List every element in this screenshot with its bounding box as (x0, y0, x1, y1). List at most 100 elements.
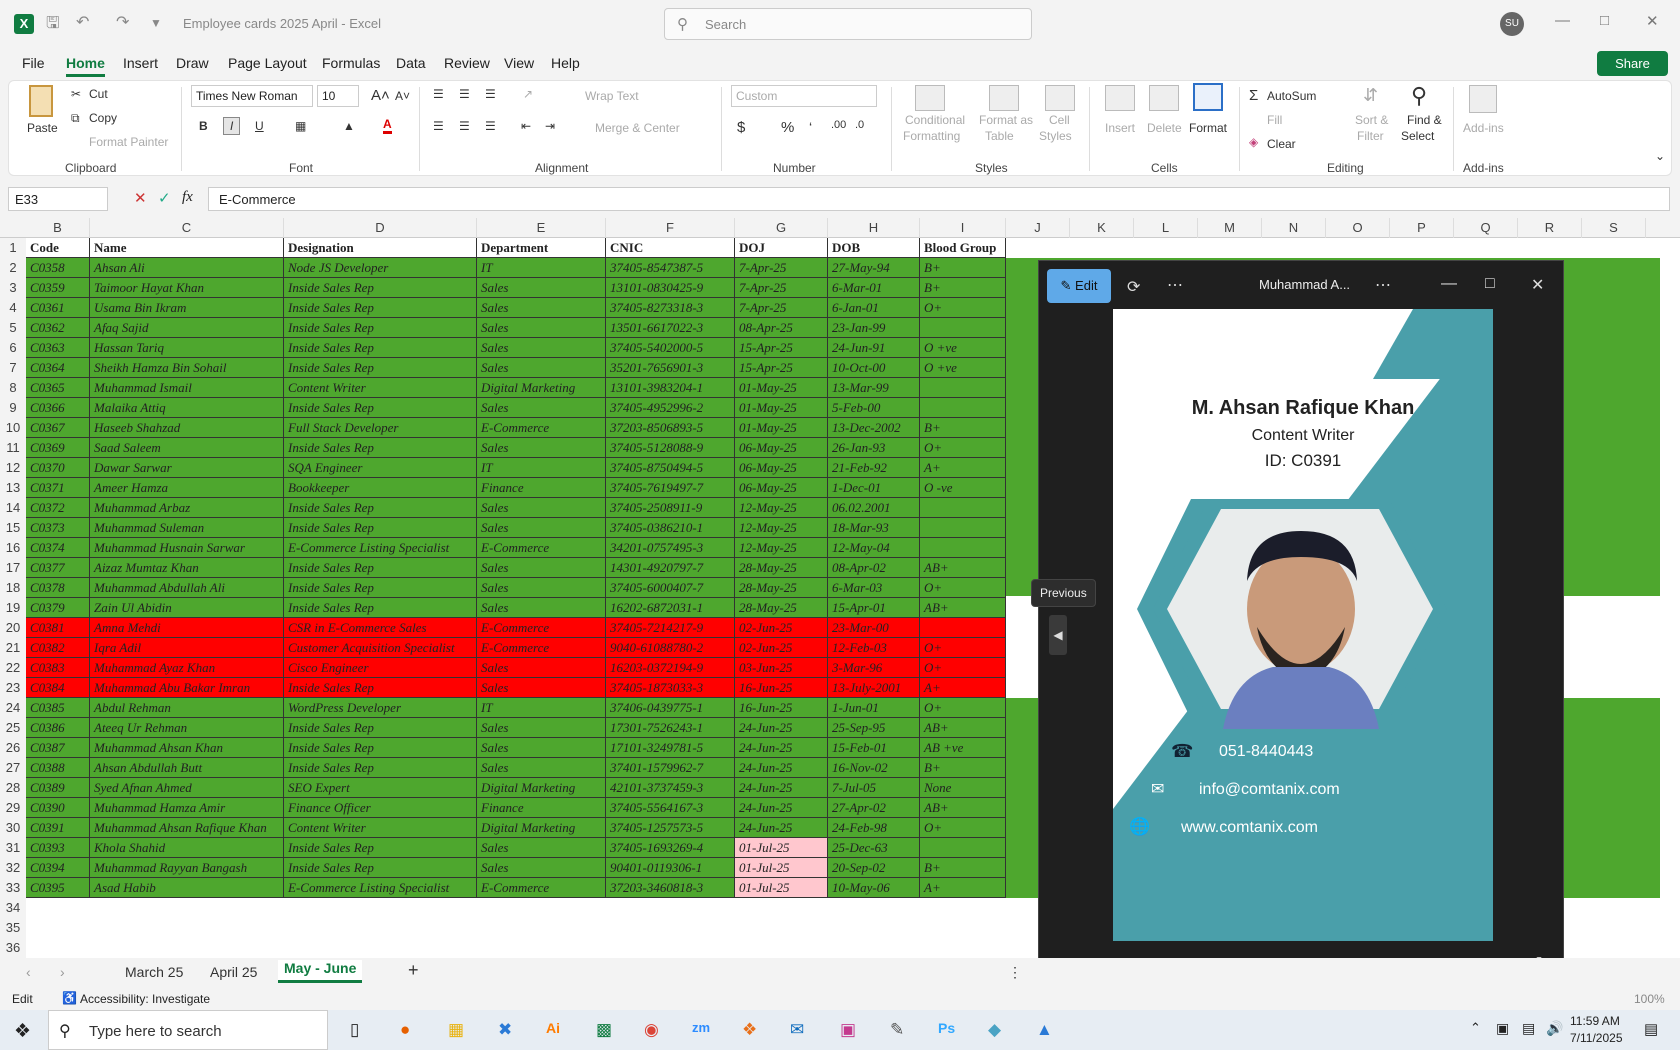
table-cell[interactable]: 15-Feb-01 (828, 738, 920, 758)
table-cell[interactable]: B+ (920, 278, 1006, 298)
table-cell[interactable]: O+ (920, 298, 1006, 318)
table-cell[interactable]: O -ve (920, 478, 1006, 498)
merge-center-button[interactable]: Merge & Center (595, 121, 680, 135)
row-number[interactable]: 5 (0, 318, 26, 338)
table-cell[interactable] (920, 498, 1006, 518)
table-cell[interactable]: Ahsan Ali (90, 258, 284, 278)
excel-taskbar-icon[interactable]: ▩ (596, 1020, 612, 1040)
decrease-decimal-icon[interactable]: .0 (855, 119, 864, 131)
table-cell[interactable]: Inside Sales Rep (284, 338, 477, 358)
sheet-tab-active[interactable]: May - June (278, 960, 363, 983)
table-cell[interactable]: 13101-0830425-9 (606, 278, 735, 298)
table-cell[interactable]: Ateeq Ur Rehman (90, 718, 284, 738)
outlook-icon[interactable]: ✉ (790, 1020, 804, 1040)
table-cell[interactable]: C0388 (26, 758, 90, 778)
table-cell[interactable]: Sales (477, 338, 606, 358)
pen-tool-icon[interactable]: ✎ (890, 1020, 904, 1040)
table-cell[interactable]: Inside Sales Rep (284, 498, 477, 518)
table-cell[interactable]: C0359 (26, 278, 90, 298)
table-cell[interactable]: Amna Mehdi (90, 618, 284, 638)
table-cell[interactable]: 24-Jun-25 (735, 718, 828, 738)
conditional-formatting-label2[interactable]: Formatting (903, 129, 960, 143)
copy-button[interactable]: Copy (89, 111, 117, 125)
table-cell[interactable]: C0367 (26, 418, 90, 438)
table-cell[interactable]: 13-Mar-99 (828, 378, 920, 398)
photos-viewer-window[interactable]: ✎ Edit ⟳ ⋯ Muhammad A... ⋯ — □ ✕ M. Ahsa… (1031, 260, 1564, 990)
table-cell[interactable]: C0390 (26, 798, 90, 818)
redo-icon[interactable]: ↷ (116, 12, 129, 32)
table-cell[interactable]: C0387 (26, 738, 90, 758)
table-cell[interactable]: 15-Apr-01 (828, 598, 920, 618)
orientation-icon[interactable]: ↗ (523, 87, 533, 101)
find-select-icon[interactable]: ⚲ (1411, 83, 1427, 109)
table-cell[interactable]: 06-May-25 (735, 478, 828, 498)
table-cell[interactable]: Sales (477, 518, 606, 538)
find-select-label1[interactable]: Find & (1407, 113, 1442, 127)
row-number[interactable]: 8 (0, 378, 26, 398)
table-cell[interactable]: Sales (477, 598, 606, 618)
app-icon[interactable]: ◆ (988, 1020, 1001, 1040)
table-cell[interactable]: 24-Jun-25 (735, 818, 828, 838)
table-cell[interactable]: O+ (920, 438, 1006, 458)
fill-color-icon[interactable]: ▲ (343, 119, 355, 133)
table-cell[interactable]: Sales (477, 358, 606, 378)
comma-icon[interactable]: ‘ (809, 119, 812, 135)
table-cell[interactable]: 01-Jul-25 (735, 878, 828, 898)
table-cell[interactable] (920, 838, 1006, 858)
table-cell[interactable]: C0358 (26, 258, 90, 278)
column-header[interactable]: R (1518, 218, 1582, 238)
illustrator-icon[interactable]: Ai (546, 1020, 560, 1036)
table-cell[interactable]: B+ (920, 418, 1006, 438)
menu-data[interactable]: Data (396, 55, 426, 71)
firefox-icon[interactable]: ● (400, 1020, 410, 1040)
table-cell[interactable]: 01-Jul-25 (735, 838, 828, 858)
table-cell[interactable]: Sales (477, 578, 606, 598)
sort-filter-label1[interactable]: Sort & (1355, 113, 1388, 127)
table-cell[interactable]: None (920, 778, 1006, 798)
table-cell[interactable]: 13-Dec-2002 (828, 418, 920, 438)
table-cell[interactable]: 7-Jul-05 (828, 778, 920, 798)
font-color-icon[interactable]: A (383, 117, 392, 134)
borders-icon[interactable]: ▦ (295, 119, 306, 133)
menu-view[interactable]: View (504, 55, 534, 71)
row-number[interactable]: 7 (0, 358, 26, 378)
table-cell[interactable] (920, 518, 1006, 538)
table-cell[interactable]: AB+ (920, 718, 1006, 738)
table-cell[interactable]: Content Writer (284, 378, 477, 398)
photoshop-icon[interactable]: Ps (938, 1020, 955, 1036)
table-cell[interactable]: IT (477, 698, 606, 718)
row-number[interactable]: 35 (0, 918, 26, 938)
table-cell[interactable]: 01-Jul-25 (735, 858, 828, 878)
table-cell[interactable]: O+ (920, 638, 1006, 658)
cancel-icon[interactable]: ✕ (134, 189, 147, 207)
table-cell[interactable]: E-Commerce (477, 638, 606, 658)
table-cell[interactable]: Malaika Attiq (90, 398, 284, 418)
row-number[interactable]: 22 (0, 658, 26, 678)
align-middle-icon[interactable]: ☰ (459, 87, 470, 101)
row-number[interactable]: 16 (0, 538, 26, 558)
sort-filter-label2[interactable]: Filter (1357, 129, 1384, 143)
table-cell[interactable]: 24-Jun-25 (735, 798, 828, 818)
row-number[interactable]: 28 (0, 778, 26, 798)
table-cell[interactable]: 37405-8750494-5 (606, 458, 735, 478)
table-cell[interactable]: 24-Jun-25 (735, 738, 828, 758)
table-cell[interactable]: 37405-0386210-1 (606, 518, 735, 538)
table-cell[interactable]: C0366 (26, 398, 90, 418)
table-cell[interactable]: Dawar Sarwar (90, 458, 284, 478)
table-cell[interactable]: C0393 (26, 838, 90, 858)
table-cell[interactable]: Inside Sales Rep (284, 318, 477, 338)
volume-icon[interactable]: 🔊 (1546, 1020, 1563, 1037)
table-cell[interactable]: 28-May-25 (735, 558, 828, 578)
table-cell[interactable]: 06.02.2001 (828, 498, 920, 518)
table-cell[interactable]: E-Commerce Listing Specialist (284, 878, 477, 898)
grow-font-icon[interactable]: A˄ (371, 87, 390, 104)
column-header[interactable]: B (26, 218, 90, 238)
clock-time[interactable]: 11:59 AM (1570, 1014, 1620, 1028)
table-cell[interactable]: C0382 (26, 638, 90, 658)
close-icon[interactable]: ✕ (1531, 275, 1544, 295)
table-cell[interactable]: A+ (920, 458, 1006, 478)
table-cell[interactable]: C0391 (26, 818, 90, 838)
currency-icon[interactable]: $ (737, 119, 745, 136)
tray-chevron-icon[interactable]: ⌃ (1470, 1020, 1481, 1036)
minimize-icon[interactable]: — (1555, 12, 1570, 29)
